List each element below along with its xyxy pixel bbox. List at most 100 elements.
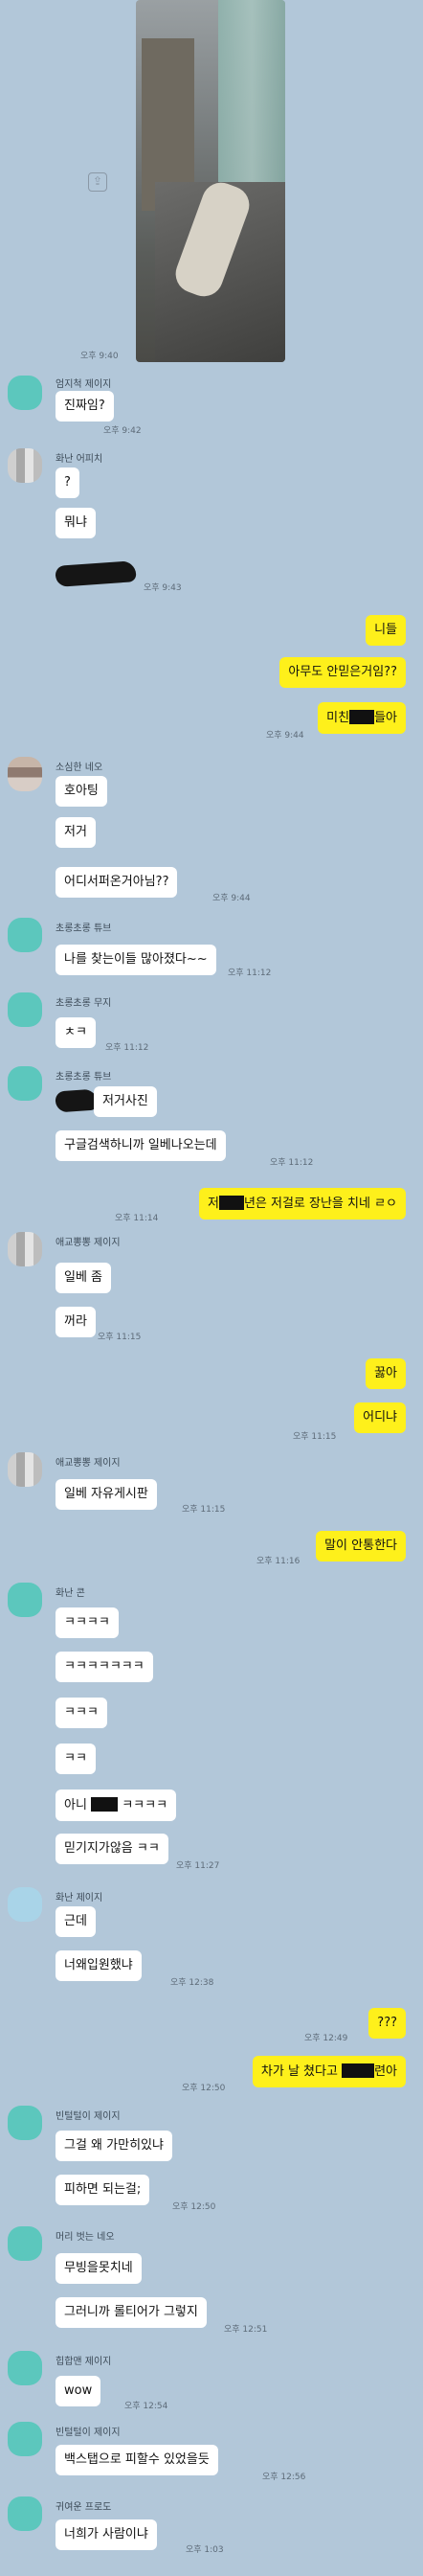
timestamp: 오후 11:12 <box>270 1158 314 1168</box>
avatar[interactable] <box>8 2422 42 2456</box>
timestamp: 오후 12:54 <box>124 2402 168 2411</box>
message-bubble: 근데 <box>56 1906 96 1937</box>
message-bubble: 그걸 왜 가만히있냐 <box>56 2131 172 2161</box>
message-bubble: 구글검색하니까 일베나오는데 <box>56 1130 226 1161</box>
timestamp: 오후 1:03 <box>186 2545 224 2555</box>
my-message-bubble: 어디냐 <box>354 1402 406 1433</box>
timestamp: 오후 9:42 <box>103 426 142 436</box>
sender-name: 화난 제이지 <box>56 1893 103 1904</box>
message-bubble: 호아팅 <box>56 776 107 807</box>
my-message-bubble: 꿇아 <box>366 1358 406 1389</box>
timestamp: 오후 11:15 <box>98 1333 142 1342</box>
sender-name: 소심한 네오 <box>56 763 103 773</box>
redaction-box <box>218 1196 244 1210</box>
timestamp: 오후 12:56 <box>262 2473 306 2482</box>
my-message-bubble: 말이 안통한다 <box>316 1531 406 1562</box>
my-message-bubble: 미친 들아 <box>318 702 406 734</box>
message-bubble: ㅊㅋ <box>56 1017 96 1048</box>
timestamp: 오후 12:49 <box>304 2034 348 2043</box>
sender-name: 애교뽕뽕 제이지 <box>56 1458 121 1469</box>
message-text: 차가 날 쳤다고 <box>260 2064 338 2079</box>
sender-name: 화난 콘 <box>56 1588 85 1599</box>
avatar[interactable] <box>8 2496 42 2531</box>
message-bubble: 피하면 되는걸; <box>56 2175 150 2205</box>
sender-name: 초롱초롱 튜브 <box>56 1072 112 1083</box>
message-bubble: ㅋㅋㅋㅋ <box>56 1607 119 1638</box>
sender-name: 화난 어피치 <box>56 454 103 465</box>
avatar[interactable] <box>8 1452 42 1487</box>
message-bubble: ㅋㅋㅋㅋㅋㅋㅋ <box>56 1652 153 1682</box>
avatar[interactable] <box>8 757 42 791</box>
sender-name: 머리 벗는 네오 <box>56 2232 115 2243</box>
my-message-bubble: 니들 <box>366 615 406 646</box>
avatar[interactable] <box>8 1887 42 1922</box>
redaction-box <box>349 710 375 724</box>
sender-name: 초롱초롱 무지 <box>56 998 112 1009</box>
message-bubble: 너희가 사람이냐 <box>56 2519 157 2550</box>
timestamp: 오후 11:15 <box>182 1505 226 1515</box>
avatar[interactable] <box>8 992 42 1027</box>
message-text: 련아 <box>374 2064 397 2079</box>
my-message-bubble: 저 년은 저걸로 장난을 치네 ㄹㅇ <box>198 1188 406 1220</box>
timestamp: 오후 9:40 <box>80 352 119 361</box>
avatar[interactable] <box>8 1232 42 1266</box>
avatar[interactable] <box>8 2106 42 2140</box>
message-text: 저 <box>207 1197 219 1211</box>
timestamp: 오후 12:51 <box>224 2325 268 2335</box>
message-bubble: 너왜입원했냐 <box>56 1950 142 1981</box>
timestamp: 오후 11:16 <box>256 1557 301 1566</box>
timestamp: 오후 9:44 <box>212 894 251 903</box>
avatar[interactable] <box>8 448 42 483</box>
timestamp: 오후 12:50 <box>182 2084 226 2093</box>
photo-curtain <box>218 0 285 192</box>
avatar[interactable] <box>8 1583 42 1617</box>
timestamp: 오후 11:14 <box>115 1214 159 1223</box>
my-message-bubble: 차가 날 쳤다고 련아 <box>252 2056 406 2087</box>
my-message-bubble: 아무도 안믿은거임?? <box>279 657 406 688</box>
message-text: 들아 <box>374 711 397 725</box>
message-bubble: 백스탭으로 피할수 있었을듯 <box>56 2445 218 2475</box>
share-icon[interactable]: ⇪ <box>88 172 107 192</box>
sender-name: 귀여운 프로도 <box>56 2502 112 2513</box>
avatar[interactable] <box>8 918 42 952</box>
avatar[interactable] <box>8 1066 42 1101</box>
message-bubble: 저거사진 <box>94 1086 157 1117</box>
message-bubble: 아니 ㅋㅋㅋㅋ <box>56 1790 177 1821</box>
message-bubble: wow <box>56 2376 101 2406</box>
message-bubble: 뭐냐 <box>56 508 96 538</box>
message-bubble: 저거 <box>56 817 96 848</box>
redaction-box <box>91 1797 119 1812</box>
timestamp: 오후 9:44 <box>266 731 304 741</box>
my-message-bubble: ??? <box>368 2008 406 2039</box>
timestamp: 오후 12:50 <box>172 2202 216 2212</box>
timestamp: 오후 11:12 <box>228 969 272 978</box>
timestamp: 오후 11:15 <box>293 1432 337 1442</box>
redaction-box <box>342 2063 375 2078</box>
message-text: 년은 저걸로 장난을 치네 ㄹㅇ <box>243 1197 397 1211</box>
timestamp: 오후 9:43 <box>144 583 182 593</box>
message-bubble: ㅋㅋㅋ <box>56 1698 107 1728</box>
message-bubble: ? <box>56 467 79 498</box>
message-bubble: ㅋㅋ <box>56 1744 96 1774</box>
timestamp: 오후 11:12 <box>105 1043 149 1053</box>
message-bubble: 진짜임? <box>56 391 114 422</box>
timestamp: 오후 12:38 <box>170 1978 214 1988</box>
message-text: 미친 <box>326 711 350 725</box>
message-bubble: 믿기지가않음 ㅋㅋ <box>56 1834 168 1864</box>
sender-name: 힙합맨 제이지 <box>56 2357 112 2367</box>
sender-name: 초롱초롱 튜브 <box>56 923 112 934</box>
sender-name: 빈털털이 제이지 <box>56 2111 121 2122</box>
message-bubble: 무빙을못치네 <box>56 2253 142 2284</box>
avatar[interactable] <box>8 2226 42 2261</box>
message-bubble: 그러니까 롤티어가 그렇지 <box>56 2297 207 2328</box>
message-bubble: 일베 좀 <box>56 1263 112 1293</box>
avatar[interactable] <box>8 2351 42 2385</box>
redacted-message <box>55 560 137 587</box>
shared-photo[interactable] <box>136 0 285 362</box>
message-text: 아니 <box>64 1798 87 1812</box>
message-text: ㅋㅋㅋㅋ <box>122 1798 168 1812</box>
sender-name: 엄지척 제이지 <box>56 379 112 390</box>
message-bubble: 일베 자유게시판 <box>56 1479 157 1510</box>
redacted-scribble <box>55 1088 99 1113</box>
avatar[interactable] <box>8 376 42 410</box>
